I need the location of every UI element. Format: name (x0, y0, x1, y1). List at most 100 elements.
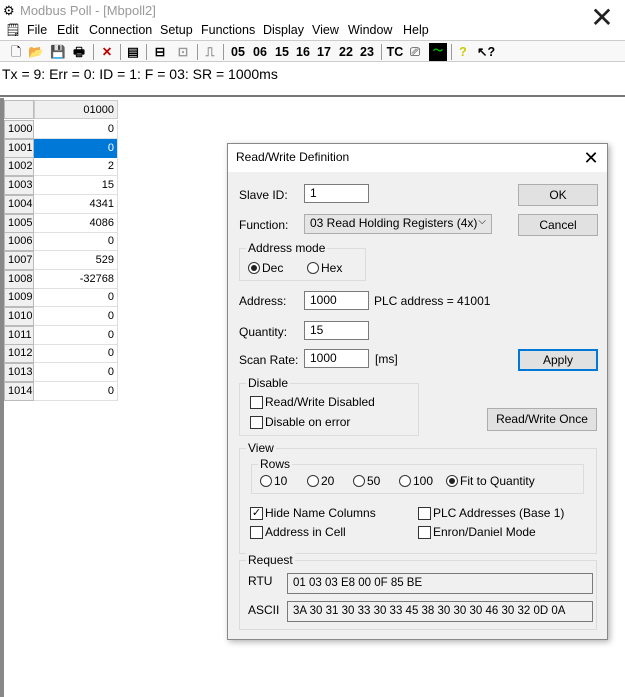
address-input[interactable]: 1000 (304, 291, 369, 310)
help-icon[interactable]: ? (456, 43, 470, 61)
grid-header-row: 01000 (4, 100, 118, 119)
monitor-icon[interactable]: ⎚ (407, 43, 423, 61)
menu-help[interactable]: Help (403, 23, 429, 37)
tc-button[interactable]: TC (386, 43, 404, 61)
hide-name-columns-checkbox[interactable]: ✓ Hide Name Columns (250, 506, 376, 520)
fc-06-button[interactable]: 06 (251, 43, 269, 61)
register-value-cell[interactable]: 4341 (34, 194, 118, 214)
address-in-cell-checkbox[interactable]: Address in Cell (250, 525, 346, 539)
rtu-field[interactable]: 01 03 03 E8 00 0F 85 BE (287, 573, 593, 594)
fc-22-button[interactable]: 22 (337, 43, 355, 61)
fc-15-button[interactable]: 15 (273, 43, 291, 61)
context-help-icon[interactable]: ↖? (477, 43, 495, 61)
ok-button[interactable]: OK (518, 184, 598, 206)
function-value: 03 Read Holding Registers (4x) (310, 216, 478, 230)
slave-id-input[interactable]: 1 (304, 184, 369, 203)
menu-view[interactable]: View (312, 23, 339, 37)
table-row[interactable]: 1014 0 (4, 381, 118, 401)
register-value-cell[interactable]: 0 (34, 325, 118, 345)
register-value-cell[interactable]: 4086 (34, 213, 118, 233)
menu-window[interactable]: Window (348, 23, 392, 37)
table-row[interactable]: 1001 0 (4, 138, 118, 158)
document-icon[interactable]: 🗒 (5, 23, 21, 38)
row-address: 1000 (4, 120, 34, 139)
menu-display[interactable]: Display (263, 23, 304, 37)
menu-bar: 🗒 File Edit Connection Setup Functions D… (0, 20, 625, 40)
delete-icon[interactable]: ✕ (99, 43, 115, 61)
table-row[interactable]: 1008 -32768 (4, 269, 118, 289)
rows-50-radio[interactable]: 50 (353, 474, 380, 488)
menu-functions[interactable]: Functions (201, 23, 255, 37)
row-address: 1006 (4, 232, 34, 252)
register-value-cell[interactable]: 2 (34, 157, 118, 177)
new-icon[interactable]: 🗋 (8, 43, 24, 61)
print-icon[interactable]: 🖶 (71, 43, 87, 61)
register-value-cell[interactable]: 0 (34, 288, 118, 308)
row-address: 1001 (4, 138, 34, 158)
slave-id-label: Slave ID: (239, 188, 288, 202)
pulse-icon[interactable]: ⎍ (202, 43, 218, 61)
fc-16-button[interactable]: 16 (294, 43, 312, 61)
table-row[interactable]: 1000 0 (4, 120, 118, 139)
register-value-cell[interactable]: 0 (34, 307, 118, 326)
register-value-cell[interactable]: 0 (34, 232, 118, 252)
register-value-cell[interactable]: 0 (34, 344, 118, 364)
table-row[interactable]: 1004 4341 (4, 194, 118, 214)
fc-17-button[interactable]: 17 (315, 43, 333, 61)
enron-daniel-checkbox[interactable]: Enron/Daniel Mode (418, 525, 536, 539)
hex-radio[interactable]: Hex (307, 261, 342, 275)
table-row[interactable]: 1011 0 (4, 325, 118, 345)
rows-20-radio[interactable]: 20 (307, 474, 334, 488)
menu-setup[interactable]: Setup (160, 23, 193, 37)
register-value-cell[interactable]: 0 (34, 120, 118, 139)
table-row[interactable]: 1002 2 (4, 157, 118, 177)
table-row[interactable]: 1010 0 (4, 307, 118, 326)
open-icon[interactable]: 📂 (28, 43, 44, 61)
menu-edit[interactable]: Edit (57, 23, 79, 37)
quantity-input[interactable]: 15 (304, 321, 369, 340)
menu-connection[interactable]: Connection (89, 23, 152, 37)
disable-legend: Disable (246, 376, 291, 390)
table-row[interactable]: 1003 15 (4, 176, 118, 196)
view-legend: View (246, 441, 276, 455)
chart-icon[interactable]: 〜 (429, 43, 447, 61)
read-write-disabled-checkbox[interactable]: Read/Write Disabled (250, 395, 375, 409)
plc-address-text: PLC address = 41001 (374, 294, 491, 308)
dec-radio[interactable]: Dec (248, 261, 283, 275)
disconnect-icon[interactable]: ⊡ (175, 43, 191, 61)
rows-100-radio[interactable]: 100 (399, 474, 433, 488)
rows-fit-radio[interactable]: Fit to Quantity (446, 474, 535, 488)
function-select[interactable]: 03 Read Holding Registers (4x) ⌵ (304, 214, 492, 234)
register-value-cell[interactable]: 0 (34, 381, 118, 401)
read-write-once-button[interactable]: Read/Write Once (487, 408, 597, 431)
register-value-cell[interactable]: -32768 (34, 269, 118, 289)
fc-05-button[interactable]: 05 (229, 43, 247, 61)
window-icon[interactable]: ▤ (125, 43, 141, 61)
register-value-cell[interactable]: 529 (34, 250, 118, 270)
apply-button[interactable]: Apply (518, 349, 598, 371)
dialog-close-button[interactable]: ✕ (580, 147, 602, 169)
register-value-cell[interactable]: 15 (34, 176, 118, 196)
disable-on-error-checkbox[interactable]: Disable on error (250, 415, 350, 429)
table-row[interactable]: 1013 0 (4, 363, 118, 383)
column-header[interactable]: 01000 (34, 100, 118, 119)
ascii-field[interactable]: 3A 30 31 30 33 30 33 45 38 30 30 30 46 3… (287, 601, 593, 622)
save-icon[interactable]: 💾 (50, 43, 66, 61)
register-value-cell[interactable]: 0 (34, 138, 118, 158)
register-value-cell[interactable]: 0 (34, 363, 118, 383)
table-row[interactable]: 1005 4086 (4, 213, 118, 233)
table-row[interactable]: 1007 529 (4, 250, 118, 270)
rows-10-radio[interactable]: 10 (260, 474, 287, 488)
table-row[interactable]: 1012 0 (4, 344, 118, 364)
chevron-down-icon: ⌵ (478, 216, 486, 227)
cancel-button[interactable]: Cancel (518, 214, 598, 236)
row-address: 1013 (4, 363, 34, 383)
menu-file[interactable]: File (27, 23, 47, 37)
corner-cell (4, 100, 34, 119)
scan-rate-input[interactable]: 1000 (304, 349, 369, 368)
table-row[interactable]: 1009 0 (4, 288, 118, 308)
table-row[interactable]: 1006 0 (4, 232, 118, 252)
fc-23-button[interactable]: 23 (358, 43, 376, 61)
plc-addresses-checkbox[interactable]: PLC Addresses (Base 1) (418, 506, 564, 520)
connect-icon[interactable]: ⊟ (152, 43, 168, 61)
